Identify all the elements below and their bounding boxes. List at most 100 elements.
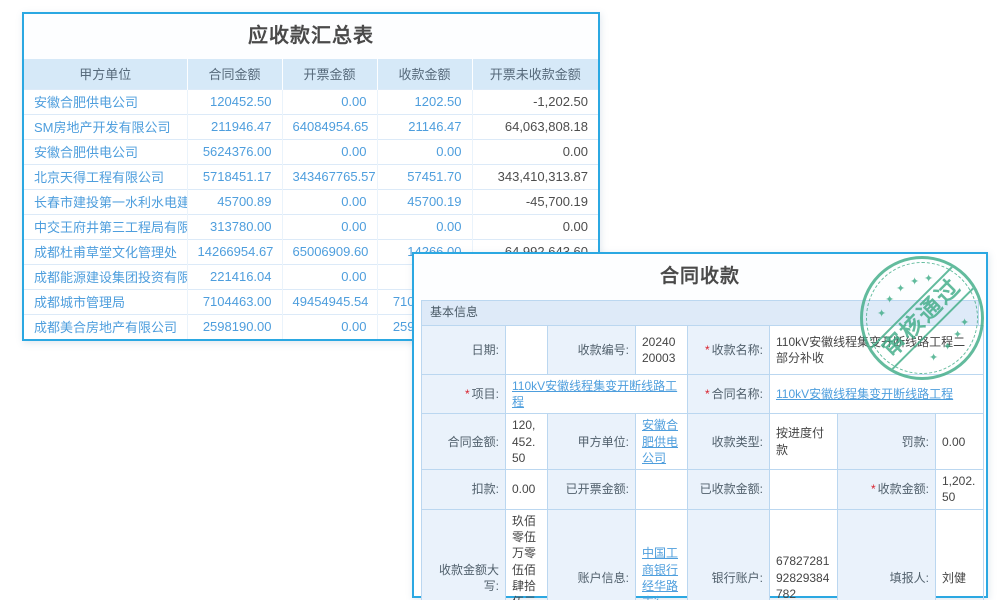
bank-account-value: 6782728192829384782 (770, 509, 838, 600)
contract-amount-value: 120,452.50 (506, 414, 548, 470)
party-cell: 中交王府井第三工程局有限公司 (24, 214, 187, 239)
invoiced-unpaid-cell: -45,700.19 (472, 189, 598, 214)
receipt-no-value: 2024020003 (636, 326, 688, 375)
party-a-link[interactable]: 安徽合肥供电公司 (642, 418, 678, 464)
receipt-name-value: 110kV安徽线程集变开断线路工程二部分补收 (770, 326, 984, 375)
contract-amount-cell: 7104463.00 (187, 289, 282, 314)
required-marker: * (705, 387, 710, 401)
received-amount-cell: 45700.19 (377, 189, 472, 214)
table-row[interactable]: 北京天得工程有限公司 5718451.17 343467765.57 57451… (24, 164, 598, 189)
receipt-type-label: 收款类型: (688, 414, 770, 470)
summary-panel-title: 应收款汇总表 (24, 14, 598, 59)
received-amount-cell: 1202.50 (377, 89, 472, 114)
invoiced-unpaid-cell: 343,410,313.87 (472, 164, 598, 189)
invoiced-amount-value[interactable] (636, 469, 688, 509)
received-amount-cell: 0.00 (377, 214, 472, 239)
invoiced-amount-cell: 65006909.60 (282, 239, 377, 264)
party-cell: 安徽合肥供电公司 (24, 89, 187, 114)
contract-receipt-panel: 合同收款 基本信息 日期: 收款编号: 2024020003 *收款名称: 11… (412, 252, 988, 598)
party-a-value: 安徽合肥供电公司 (636, 414, 688, 470)
bank-account-label: 银行账户: (688, 509, 770, 600)
party-cell: 成都城市管理局 (24, 289, 187, 314)
deduction-label: 扣款: (422, 469, 506, 509)
table-row[interactable]: 安徽合肥供电公司 5624376.00 0.00 0.00 0.00 (24, 139, 598, 164)
party-a-label: 甲方单位: (548, 414, 636, 470)
contract-amount-cell: 45700.89 (187, 189, 282, 214)
project-link[interactable]: 110kV安徽线程集变开断线路工程 (512, 379, 677, 409)
preparer-label: 填报人: (838, 509, 936, 600)
required-marker: * (465, 387, 470, 401)
invoiced-unpaid-cell: 0.00 (472, 139, 598, 164)
section-header-basic-info: 基本信息 (421, 300, 979, 325)
required-marker: * (871, 482, 876, 496)
invoiced-amount-cell: 0.00 (282, 264, 377, 289)
contract-amount-cell: 313780.00 (187, 214, 282, 239)
invoiced-amount-cell: 49454945.54 (282, 289, 377, 314)
penalty-label: 罚款: (838, 414, 936, 470)
basic-info-section: 基本信息 日期: 收款编号: 2024020003 *收款名称: 110kV安徽… (421, 300, 979, 600)
account-info-value: 中国工商银行经华路支行 (636, 509, 688, 600)
party-cell: SM房地产开发有限公司 (24, 114, 187, 139)
penalty-value: 0.00 (936, 414, 984, 470)
column-header-contract-amount: 合同金额 (187, 59, 282, 89)
required-marker: * (705, 343, 710, 357)
invoiced-unpaid-cell: -1,202.50 (472, 89, 598, 114)
date-value[interactable] (506, 326, 548, 375)
invoiced-amount-cell: 0.00 (282, 314, 377, 339)
table-row[interactable]: 中交王府井第三工程局有限公司 313780.00 0.00 0.00 0.00 (24, 214, 598, 239)
received-amount-cell: 57451.70 (377, 164, 472, 189)
contract-name-link[interactable]: 110kV安徽线程集变开断线路工程 (776, 387, 953, 401)
party-cell: 长春市建投第一水利水电建设有限公司 (24, 189, 187, 214)
table-row[interactable]: 安徽合肥供电公司 120452.50 0.00 1202.50 -1,202.5… (24, 89, 598, 114)
received-amount-label: 已收款金额: (688, 469, 770, 509)
receipt-name-label: *收款名称: (688, 326, 770, 375)
table-row[interactable]: SM房地产开发有限公司 211946.47 64084954.65 21146.… (24, 114, 598, 139)
contract-amount-label: 合同金额: (422, 414, 506, 470)
receipt-no-label: 收款编号: (548, 326, 636, 375)
detail-panel-title: 合同收款 (414, 254, 986, 300)
project-value: 110kV安徽线程集变开断线路工程 (506, 375, 688, 414)
party-cell: 成都能源建设集团投资有限公司 (24, 264, 187, 289)
contract-name-label: *合同名称: (688, 375, 770, 414)
invoiced-amount-cell: 0.00 (282, 189, 377, 214)
column-header-invoiced-amount: 开票金额 (282, 59, 377, 89)
date-label: 日期: (422, 326, 506, 375)
receipt-amount-label: *收款金额: (838, 469, 936, 509)
party-cell: 北京天得工程有限公司 (24, 164, 187, 189)
contract-amount-cell: 14266954.67 (187, 239, 282, 264)
amount-in-words-label: 收款金额大写: (422, 509, 506, 600)
column-header-party: 甲方单位 (24, 59, 187, 89)
contract-amount-cell: 5718451.17 (187, 164, 282, 189)
invoiced-amount-cell: 0.00 (282, 139, 377, 164)
summary-header-row: 甲方单位 合同金额 开票金额 收款金额 开票未收款金额 (24, 59, 598, 89)
preparer-value: 刘健 (936, 509, 984, 600)
party-cell: 成都美合房地产有限公司 (24, 314, 187, 339)
contract-amount-cell: 211946.47 (187, 114, 282, 139)
contract-amount-cell: 5624376.00 (187, 139, 282, 164)
table-row[interactable]: 长春市建投第一水利水电建设有限公司 45700.89 0.00 45700.19… (24, 189, 598, 214)
received-amount-cell: 21146.47 (377, 114, 472, 139)
invoiced-unpaid-cell: 0.00 (472, 214, 598, 239)
received-amount-value[interactable] (770, 469, 838, 509)
project-label: *项目: (422, 375, 506, 414)
column-header-received-amount: 收款金额 (377, 59, 472, 89)
account-info-link[interactable]: 中国工商银行经华路支行 (642, 546, 678, 600)
invoiced-unpaid-cell: 64,063,808.18 (472, 114, 598, 139)
invoiced-amount-cell: 0.00 (282, 214, 377, 239)
received-amount-cell: 0.00 (377, 139, 472, 164)
contract-amount-cell: 221416.04 (187, 264, 282, 289)
contract-amount-cell: 120452.50 (187, 89, 282, 114)
invoiced-amount-label: 已开票金额: (548, 469, 636, 509)
receipt-amount-value: 1,202.50 (936, 469, 984, 509)
invoiced-amount-cell: 343467765.57 (282, 164, 377, 189)
receipt-type-value: 按进度付款 (770, 414, 838, 470)
contract-name-value: 110kV安徽线程集变开断线路工程 (770, 375, 984, 414)
deduction-value: 0.00 (506, 469, 548, 509)
party-cell: 成都杜甫草堂文化管理处 (24, 239, 187, 264)
contract-receipt-form: 日期: 收款编号: 2024020003 *收款名称: 110kV安徽线程集变开… (421, 325, 984, 600)
contract-amount-cell: 2598190.00 (187, 314, 282, 339)
column-header-invoiced-unpaid-amount: 开票未收款金额 (472, 59, 598, 89)
invoiced-amount-cell: 64084954.65 (282, 114, 377, 139)
party-cell: 安徽合肥供电公司 (24, 139, 187, 164)
amount-in-words-value: 玖佰零伍万零伍佰肆拾伍元伍角整 (506, 509, 548, 600)
